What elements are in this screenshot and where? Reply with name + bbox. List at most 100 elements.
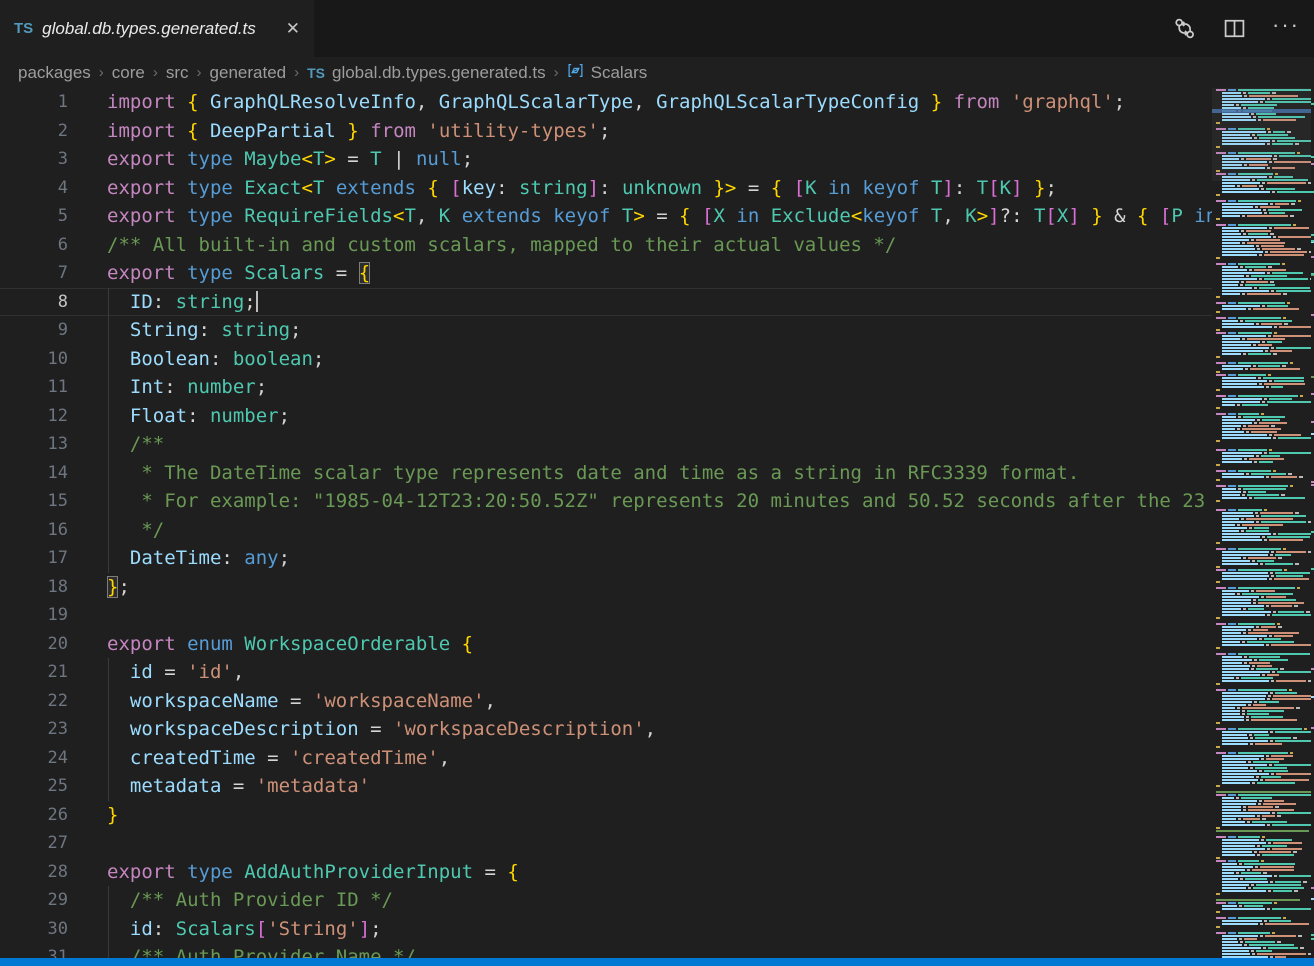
line-content: */: [68, 516, 164, 545]
line-number[interactable]: 27: [0, 829, 68, 858]
code-line[interactable]: 2import { DeepPartial } from 'utility-ty…: [0, 117, 1212, 146]
line-number[interactable]: 11: [0, 373, 68, 402]
minimap[interactable]: [1212, 88, 1311, 958]
indent-guide: [108, 772, 109, 801]
line-number[interactable]: 22: [0, 687, 68, 716]
line-number[interactable]: 23: [0, 715, 68, 744]
line-content: import { DeepPartial } from 'utility-typ…: [68, 117, 610, 146]
line-number[interactable]: 24: [0, 744, 68, 773]
breadcrumb-symbol-scalars[interactable]: Scalars: [591, 63, 648, 83]
code-line[interactable]: 24 createdTime = 'createdTime',: [0, 744, 1212, 773]
breadcrumb-src[interactable]: src: [166, 63, 189, 83]
code-line[interactable]: 13 /**: [0, 430, 1212, 459]
line-number[interactable]: 26: [0, 801, 68, 830]
code-line[interactable]: 17 DateTime: any;: [0, 544, 1212, 573]
close-tab-icon[interactable]: ✕: [282, 17, 304, 41]
code-line[interactable]: 16 */: [0, 516, 1212, 545]
code-line[interactable]: 19: [0, 601, 1212, 630]
tab-title: global.db.types.generated.ts: [42, 19, 274, 39]
symbol-type-icon: [567, 62, 584, 84]
line-number[interactable]: 21: [0, 658, 68, 687]
line-number[interactable]: 31: [0, 943, 68, 958]
line-number[interactable]: 8: [0, 288, 68, 317]
line-number[interactable]: 19: [0, 601, 68, 630]
code-line[interactable]: 5export type RequireFields<T, K extends …: [0, 202, 1212, 231]
line-content: workspaceDescription = 'workspaceDescrip…: [68, 715, 656, 744]
code-line[interactable]: 4export type Exact<T extends { [key: str…: [0, 174, 1212, 203]
code-line[interactable]: 12 Float: number;: [0, 402, 1212, 431]
indent-guide: [108, 744, 109, 773]
editor: 1import { GraphQLResolveInfo, GraphQLSca…: [0, 88, 1314, 958]
code-line[interactable]: 22 workspaceName = 'workspaceName',: [0, 687, 1212, 716]
line-number[interactable]: 6: [0, 231, 68, 260]
code-line[interactable]: 28export type AddAuthProviderInput = {: [0, 858, 1212, 887]
line-content: /**: [68, 430, 164, 459]
code-line[interactable]: 9 String: string;: [0, 316, 1212, 345]
line-number[interactable]: 16: [0, 516, 68, 545]
tab-global-db-types[interactable]: TS global.db.types.generated.ts ✕: [0, 0, 314, 57]
line-number[interactable]: 1: [0, 88, 68, 117]
indent-guide: [108, 516, 109, 545]
line-number[interactable]: 3: [0, 145, 68, 174]
indent-guide: [108, 886, 109, 915]
code-line[interactable]: 11 Int: number;: [0, 373, 1212, 402]
line-content: metadata = 'metadata': [68, 772, 370, 801]
code-line[interactable]: 7export type Scalars = {: [0, 259, 1212, 288]
code-line[interactable]: 30 id: Scalars['String'];: [0, 915, 1212, 944]
code-line[interactable]: 31 /** Auth Provider Name */: [0, 943, 1212, 958]
line-number[interactable]: 2: [0, 117, 68, 146]
line-content: String: string;: [68, 316, 302, 345]
line-number[interactable]: 12: [0, 402, 68, 431]
code-line[interactable]: 29 /** Auth Provider ID */: [0, 886, 1212, 915]
code-line[interactable]: 3export type Maybe<T> = T | null;: [0, 145, 1212, 174]
line-content: * The DateTime scalar type represents da…: [68, 459, 1079, 488]
code-line[interactable]: 27: [0, 829, 1212, 858]
code-line[interactable]: 23 workspaceDescription = 'workspaceDesc…: [0, 715, 1212, 744]
breadcrumb-filename[interactable]: global.db.types.generated.ts: [332, 63, 546, 83]
line-number[interactable]: 9: [0, 316, 68, 345]
line-content: /** All built-in and custom scalars, map…: [68, 231, 896, 260]
code-lines[interactable]: 1import { GraphQLResolveInfo, GraphQLSca…: [0, 88, 1212, 958]
breadcrumb-core[interactable]: core: [112, 63, 145, 83]
line-number[interactable]: 20: [0, 630, 68, 659]
line-number[interactable]: 7: [0, 259, 68, 288]
code-line[interactable]: 8 ID: string;: [0, 288, 1212, 317]
editor-actions: ···: [1172, 0, 1300, 57]
code-line[interactable]: 6/** All built-in and custom scalars, ma…: [0, 231, 1212, 260]
line-number[interactable]: 14: [0, 459, 68, 488]
code-line[interactable]: 20export enum WorkspaceOrderable {: [0, 630, 1212, 659]
line-content: export type RequireFields<T, K extends k…: [68, 202, 1212, 231]
line-number[interactable]: 29: [0, 886, 68, 915]
code-line[interactable]: 10 Boolean: boolean;: [0, 345, 1212, 374]
text-cursor: [256, 291, 258, 312]
line-number[interactable]: 30: [0, 915, 68, 944]
line-number[interactable]: 28: [0, 858, 68, 887]
code-line[interactable]: 1import { GraphQLResolveInfo, GraphQLSca…: [0, 88, 1212, 117]
code-line[interactable]: 18};: [0, 573, 1212, 602]
indent-guide: [108, 373, 109, 402]
split-editor-icon[interactable]: [1223, 17, 1246, 40]
more-actions-icon[interactable]: ···: [1272, 20, 1300, 38]
line-number[interactable]: 18: [0, 573, 68, 602]
line-number[interactable]: 4: [0, 174, 68, 203]
line-content: id = 'id',: [68, 658, 244, 687]
code-line[interactable]: 14 * The DateTime scalar type represents…: [0, 459, 1212, 488]
line-number[interactable]: 25: [0, 772, 68, 801]
line-number[interactable]: 13: [0, 430, 68, 459]
line-content: export type Maybe<T> = T | null;: [68, 145, 473, 174]
open-changes-icon[interactable]: [1172, 16, 1197, 41]
line-content: Float: number;: [68, 402, 290, 431]
breadcrumb-packages[interactable]: packages: [18, 63, 91, 83]
line-number[interactable]: 17: [0, 544, 68, 573]
line-number[interactable]: 10: [0, 345, 68, 374]
code-line[interactable]: 21 id = 'id',: [0, 658, 1212, 687]
code-line[interactable]: 15 * For example: "1985-04-12T23:20:50.5…: [0, 487, 1212, 516]
line-number[interactable]: 5: [0, 202, 68, 231]
line-number[interactable]: 15: [0, 487, 68, 516]
line-content: [68, 601, 107, 630]
code-line[interactable]: 26}: [0, 801, 1212, 830]
indent-guide: [108, 687, 109, 716]
breadcrumb-generated[interactable]: generated: [210, 63, 287, 83]
indent-guide: [108, 345, 109, 374]
code-line[interactable]: 25 metadata = 'metadata': [0, 772, 1212, 801]
